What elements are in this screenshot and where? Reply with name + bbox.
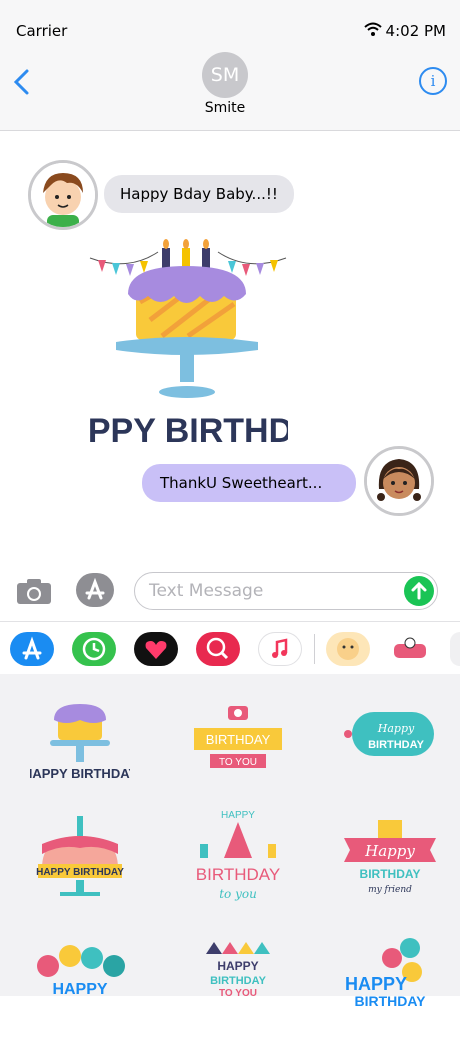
message-bubble-incoming[interactable]: Happy Bday Baby...!! bbox=[104, 175, 294, 213]
svg-text:Happy: Happy bbox=[364, 842, 415, 860]
svg-text:HAPPY: HAPPY bbox=[221, 810, 255, 821]
composer-bar: Text Message bbox=[0, 565, 460, 620]
sticker-happy-birthday-friend[interactable]: Happy BIRTHDAY my friend bbox=[340, 808, 440, 908]
svg-text:my friend: my friend bbox=[368, 885, 412, 895]
svg-text:HAPPY BIRTHDAY: HAPPY BIRTHDAY bbox=[30, 766, 130, 781]
girl-avatar bbox=[364, 446, 434, 516]
sticker-bunting-birthday[interactable]: HAPPY BIRTHDAY TO YOU bbox=[188, 936, 288, 1036]
svg-text:BIRTHDAY: BIRTHDAY bbox=[360, 867, 421, 881]
birthday-cake-sticker: HAPPY BIRTHDAY bbox=[39, 239, 338, 450]
contact-avatar[interactable]: SM bbox=[202, 52, 248, 98]
svg-text:BIRTHDAY: BIRTHDAY bbox=[368, 739, 424, 751]
svg-text:TO YOU: TO YOU bbox=[219, 988, 257, 999]
svg-text:BIRTHDAY: BIRTHDAY bbox=[196, 865, 280, 884]
wifi-icon bbox=[364, 22, 382, 36]
sticker-balloons-happy[interactable]: HAPPY bbox=[30, 936, 130, 1036]
svg-text:HAPPY: HAPPY bbox=[217, 959, 258, 973]
sticker-message[interactable]: HAPPY BIRTHDAY bbox=[39, 232, 338, 452]
sticker-grid: HAPPY BIRTHDAY BIRTHDAY TO YOU Happy BIR… bbox=[0, 674, 460, 1009]
sticker-balloons-blue[interactable]: HAPPY BIRTHDAY bbox=[340, 936, 440, 1036]
contact-name[interactable]: Smite bbox=[0, 100, 450, 116]
digital-touch-icon[interactable] bbox=[134, 632, 178, 666]
app-drawer bbox=[0, 621, 460, 675]
recents-icon[interactable] bbox=[72, 632, 116, 666]
camera-icon[interactable] bbox=[16, 577, 52, 605]
svg-text:to you: to you bbox=[219, 887, 257, 901]
svg-text:BIRTHDAY: BIRTHDAY bbox=[354, 993, 426, 1009]
music-icon[interactable] bbox=[258, 632, 302, 666]
boy-avatar bbox=[28, 160, 98, 230]
message-input-placeholder: Text Message bbox=[149, 581, 264, 601]
svg-text:HAPPY BIRTHDAY: HAPPY BIRTHDAY bbox=[36, 867, 124, 878]
carrier-label: Carrier bbox=[16, 22, 68, 40]
appstore-icon[interactable] bbox=[76, 573, 114, 607]
sticker-pack-2-icon[interactable] bbox=[388, 632, 432, 666]
sticker-happy-birthday-teal[interactable]: Happy BIRTHDAY bbox=[340, 692, 440, 792]
sticker-cake-happy-birthday[interactable]: HAPPY BIRTHDAY bbox=[23, 692, 137, 792]
appstore-drawer-icon[interactable] bbox=[10, 632, 54, 666]
images-search-icon[interactable] bbox=[196, 632, 240, 666]
status-bar: Carrier 4:02 PM bbox=[0, 0, 460, 60]
svg-text:HAPPY BIRTHDAY: HAPPY BIRTHDAY bbox=[88, 412, 288, 450]
svg-text:HAPPY: HAPPY bbox=[345, 974, 407, 994]
drawer-divider bbox=[314, 634, 315, 664]
sticker-party-hat[interactable]: HAPPY BIRTHDAY to you bbox=[188, 808, 288, 908]
sticker-pack-1-icon[interactable] bbox=[326, 632, 370, 666]
svg-text:TO YOU: TO YOU bbox=[219, 757, 257, 768]
clock: 4:02 PM bbox=[385, 22, 446, 40]
more-apps-icon[interactable] bbox=[450, 632, 460, 666]
svg-text:Happy: Happy bbox=[377, 722, 415, 735]
svg-text:HAPPY: HAPPY bbox=[52, 981, 107, 998]
svg-text:BIRTHDAY: BIRTHDAY bbox=[206, 732, 271, 747]
chevron-left-icon[interactable] bbox=[12, 68, 32, 96]
sticker-cake-red[interactable]: HAPPY BIRTHDAY bbox=[30, 808, 130, 908]
info-icon[interactable]: i bbox=[419, 67, 447, 95]
message-bubble-outgoing[interactable]: ThankU Sweetheart... bbox=[142, 464, 356, 502]
conversation-header: SM Smite i bbox=[0, 52, 460, 131]
svg-text:BIRTHDAY: BIRTHDAY bbox=[210, 975, 266, 987]
sticker-birthday-to-you[interactable]: BIRTHDAY TO YOU bbox=[188, 692, 288, 792]
send-arrow-icon[interactable] bbox=[404, 576, 434, 606]
message-input[interactable]: Text Message bbox=[134, 572, 438, 610]
